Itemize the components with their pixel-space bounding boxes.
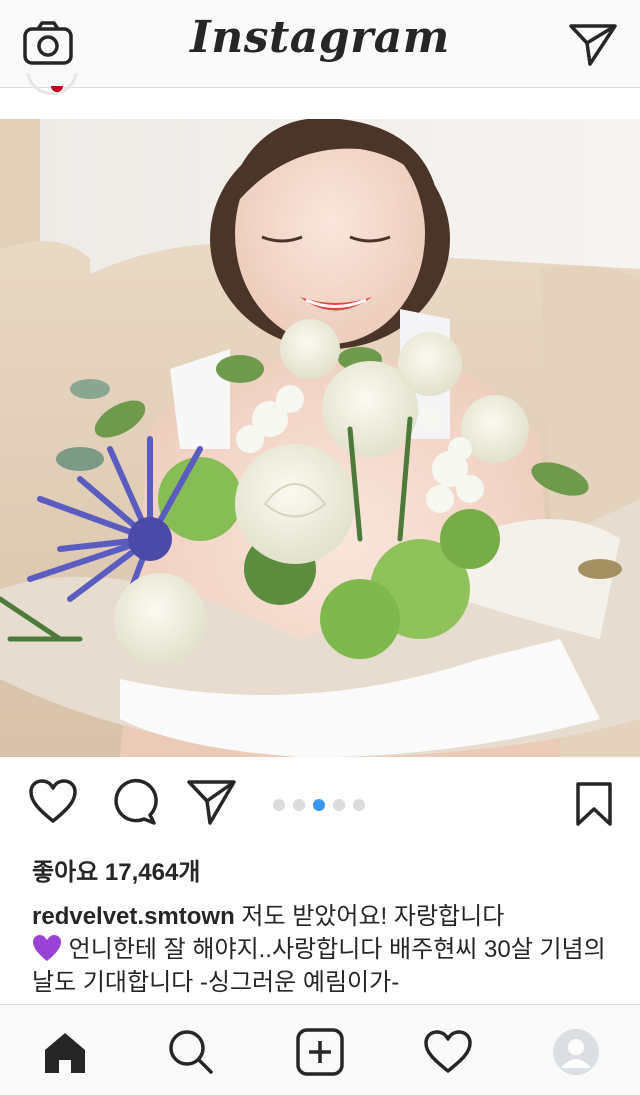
instagram-logo: Instagram — [190, 12, 450, 63]
caption-text-line1: 저도 받았어요! 자랑합니다 — [234, 903, 505, 930]
paper-plane-icon — [187, 780, 236, 825]
carousel-dot — [353, 799, 365, 811]
save-button[interactable] — [574, 781, 614, 832]
bottom-tab-bar — [0, 1004, 640, 1095]
carousel-dot-active — [313, 799, 325, 811]
share-button[interactable] — [186, 777, 238, 832]
tab-home[interactable] — [40, 1027, 90, 1077]
purple-heart-emoji — [32, 934, 62, 962]
post-header-partial — [0, 73, 640, 119]
profile-avatar — [553, 1029, 599, 1075]
search-icon — [169, 1030, 213, 1074]
carousel-dot — [273, 799, 285, 811]
caption-username[interactable]: redvelvet.smtown — [32, 903, 235, 930]
carousel-dot — [333, 799, 345, 811]
comment-button[interactable] — [108, 777, 158, 832]
post-action-bar — [0, 777, 640, 837]
post-photo[interactable] — [0, 119, 640, 757]
post-author-avatar[interactable] — [26, 73, 78, 95]
tab-activity[interactable] — [423, 1027, 473, 1077]
like-button[interactable] — [28, 777, 78, 832]
bookmark-icon — [576, 782, 612, 826]
add-post-icon — [296, 1028, 344, 1076]
carousel-indicator — [273, 799, 365, 813]
caption-text-line2: 언니한테 잘 해야지..사랑합니다 배주현씨 30살 기념의 날도 기대합니다 … — [32, 936, 606, 996]
tab-new-post[interactable] — [295, 1027, 345, 1077]
heart-icon — [424, 1030, 472, 1073]
paper-plane-icon — [569, 24, 617, 66]
purple-heart-icon — [33, 935, 61, 961]
heart-outline-icon — [29, 779, 77, 823]
tab-profile[interactable] — [551, 1027, 601, 1077]
carousel-dot — [293, 799, 305, 811]
comment-bubble-icon — [114, 778, 158, 825]
post-caption: redvelvet.smtown 저도 받았어요! 자랑합니다 언니한테 잘 해… — [32, 900, 612, 999]
likes-count[interactable]: 좋아요 17,464개 — [32, 852, 200, 887]
tab-search[interactable] — [166, 1027, 216, 1077]
top-nav-bar: Instagram — [0, 0, 640, 88]
direct-message-button[interactable] — [568, 20, 618, 68]
post-image — [0, 119, 640, 757]
home-icon — [45, 1033, 85, 1073]
